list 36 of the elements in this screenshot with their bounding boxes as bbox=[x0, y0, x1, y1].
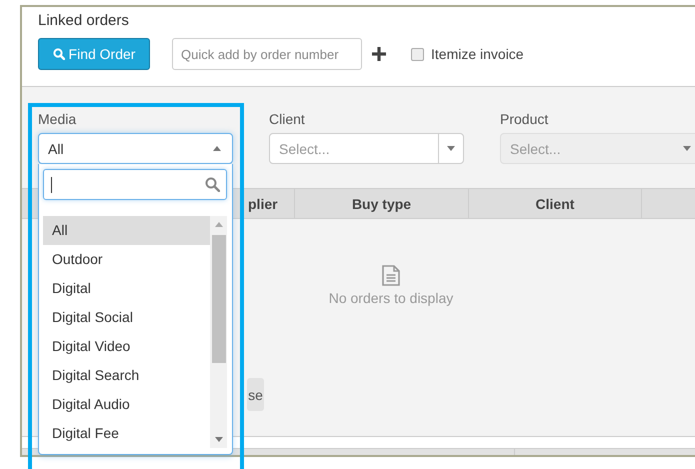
filter-label: Product bbox=[500, 111, 550, 127]
filter-label: Media bbox=[38, 111, 78, 127]
scroll-down-icon bbox=[214, 437, 222, 442]
caret-icon bbox=[447, 146, 455, 151]
scrollbar[interactable] bbox=[210, 216, 227, 448]
column-header[interactable]: Client bbox=[469, 189, 642, 218]
search-icon bbox=[52, 48, 65, 60]
empty-state-message: No orders to display bbox=[328, 290, 454, 306]
quick-add-field[interactable]: Quick add by order number bbox=[172, 38, 362, 70]
panel-title: Linked orders bbox=[38, 12, 130, 29]
media-select[interactable]: All bbox=[38, 133, 233, 164]
dropdown-option[interactable]: All bbox=[43, 216, 210, 245]
dropdown-option[interactable]: Digital Social bbox=[43, 303, 210, 332]
dropdown-option[interactable]: Digital bbox=[43, 274, 210, 303]
itemize-checkbox[interactable] bbox=[411, 48, 424, 60]
caret-icon bbox=[683, 146, 691, 151]
plus-icon[interactable] bbox=[372, 47, 386, 61]
dropdown-option[interactable]: Digital Video bbox=[43, 332, 210, 361]
select-placeholder: Select... bbox=[510, 140, 562, 156]
document-icon bbox=[382, 265, 400, 286]
dropdown-option[interactable]: Outdoor bbox=[43, 245, 210, 274]
scrollbar-thumb[interactable] bbox=[212, 235, 226, 363]
dropdown-option[interactable]: Digital Audio bbox=[43, 390, 210, 419]
caret-icon bbox=[213, 146, 221, 151]
column-header[interactable]: plier bbox=[246, 189, 295, 218]
scroll-up-icon bbox=[214, 222, 222, 227]
select-placeholder: Select... bbox=[279, 140, 331, 156]
partial-button[interactable]: se bbox=[247, 378, 264, 411]
column-header[interactable]: Buy type bbox=[295, 189, 469, 218]
dropdown-option[interactable]: Digital Search bbox=[43, 361, 210, 390]
search-field[interactable] bbox=[43, 169, 227, 200]
search-icon bbox=[205, 177, 220, 192]
filter-label: Client bbox=[269, 111, 306, 127]
select-value: All bbox=[48, 140, 65, 156]
checkbox-label: Itemize invoice bbox=[431, 46, 524, 62]
dropdown-option[interactable]: Digital Fee bbox=[43, 419, 210, 448]
